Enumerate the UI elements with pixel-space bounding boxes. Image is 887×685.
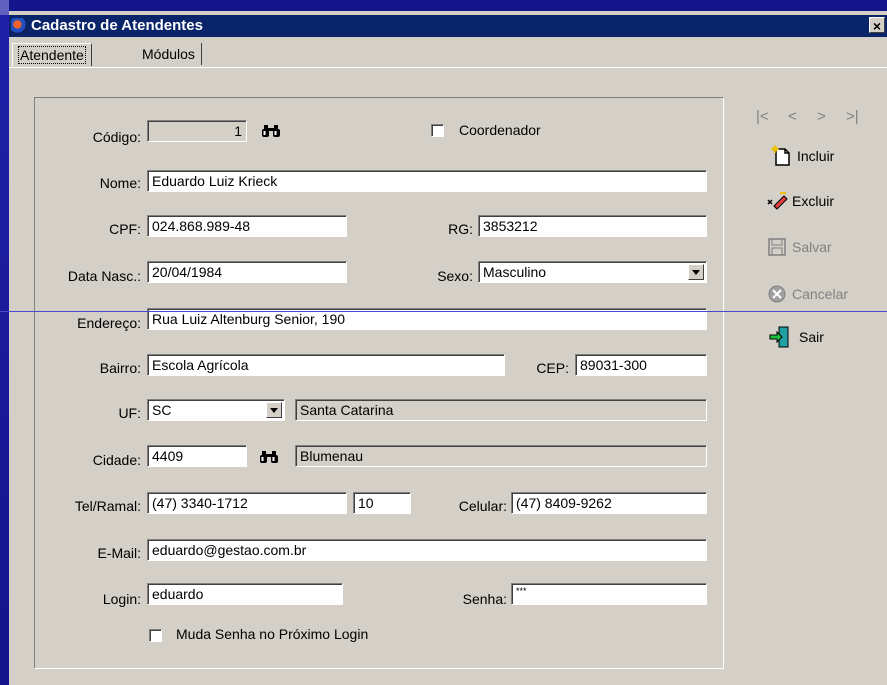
tab-atendente-label: Atendente — [18, 46, 86, 64]
cancel-icon — [768, 285, 786, 303]
divider-line — [0, 311, 887, 312]
bairro-field[interactable]: Escola Agrícola — [147, 354, 505, 376]
salvar-label: Salvar — [792, 239, 832, 255]
new-document-icon — [771, 145, 790, 166]
ramal-field[interactable]: 10 — [353, 492, 411, 514]
data-nasc-label: Data Nasc.: — [67, 268, 141, 284]
sair-label: Sair — [799, 329, 824, 345]
login-field[interactable]: eduardo — [147, 583, 343, 605]
excluir-label: Excluir — [792, 193, 835, 209]
sexo-select[interactable]: Masculino — [478, 261, 707, 283]
chevron-down-icon[interactable] — [266, 402, 282, 418]
sexo-value: Masculino — [483, 264, 547, 280]
cidade-label: Cidade: — [92, 452, 141, 468]
top-frame — [0, 0, 887, 15]
email-field[interactable]: eduardo@gestao.com.br — [147, 539, 707, 561]
sexo-label: Sexo: — [437, 268, 473, 284]
senha-label: Senha: — [462, 591, 507, 607]
tab-atendente[interactable]: Atendente — [12, 43, 92, 66]
uf-label: UF: — [118, 405, 141, 421]
celular-field[interactable]: (47) 8409-9262 — [511, 492, 707, 514]
nav-next-button[interactable]: > — [817, 108, 826, 125]
cpf-field[interactable]: 024.868.989-48 — [147, 215, 347, 237]
cidade-desc-field: Blumenau — [295, 445, 707, 467]
app-icon — [11, 18, 27, 34]
nome-field[interactable]: Eduardo Luiz Krieck — [147, 170, 707, 192]
binoculars-icon[interactable] — [261, 124, 281, 138]
tab-bar: Atendente Módulos — [9, 37, 887, 67]
rg-field[interactable]: 3853212 — [478, 215, 707, 237]
cidade-field[interactable]: 4409 — [147, 445, 247, 467]
login-label: Login: — [102, 591, 141, 607]
incluir-label: Incluir — [797, 148, 835, 164]
muda-senha-label: Muda Senha no Próximo Login — [176, 626, 369, 642]
codigo-field[interactable]: 1 — [147, 120, 247, 142]
coordenador-label: Coordenador — [459, 122, 541, 138]
nome-label: Nome: — [99, 175, 141, 191]
rg-label: RG: — [448, 221, 473, 237]
email-label: E-Mail: — [97, 545, 141, 561]
dialog-window: Cadastro de Atendentes × Atendente Módul… — [9, 15, 887, 685]
bairro-label: Bairro: — [99, 360, 141, 376]
eraser-icon — [767, 192, 788, 210]
binoculars-icon[interactable] — [259, 450, 279, 464]
window-title: Cadastro de Atendentes — [31, 17, 203, 34]
codigo-label: Código: — [92, 129, 141, 145]
exit-door-icon — [769, 326, 789, 348]
coordenador-checkbox[interactable] — [431, 124, 444, 137]
title-bar: Cadastro de Atendentes × — [9, 15, 887, 37]
nav-first-button[interactable]: |< — [756, 108, 769, 125]
nav-last-button[interactable]: >| — [846, 108, 859, 125]
tab-modulos-label: Módulos — [142, 46, 195, 62]
cep-label: CEP: — [536, 360, 569, 376]
cancelar-label: Cancelar — [792, 286, 849, 302]
chevron-down-icon[interactable] — [688, 264, 704, 280]
tab-modulos[interactable]: Módulos — [136, 43, 202, 65]
celular-label: Celular: — [458, 498, 507, 514]
tel-field[interactable]: (47) 3340-1712 — [147, 492, 347, 514]
data-nasc-field[interactable]: 20/04/1984 — [147, 261, 347, 283]
save-disk-icon — [768, 238, 786, 256]
cpf-label: CPF: — [109, 221, 141, 237]
close-button[interactable]: × — [869, 17, 885, 34]
uf-value: SC — [152, 402, 172, 418]
tab-divider — [9, 67, 887, 68]
muda-senha-checkbox[interactable] — [149, 629, 162, 642]
uf-select[interactable]: SC — [147, 399, 285, 421]
cep-field[interactable]: 89031-300 — [575, 354, 707, 376]
senha-field[interactable]: *** — [511, 583, 707, 605]
uf-desc-field: Santa Catarina — [295, 399, 707, 421]
endereco-label: Endereço: — [77, 315, 141, 331]
nav-prev-button[interactable]: < — [788, 108, 797, 125]
tel-label: Tel/Ramal: — [74, 498, 141, 514]
